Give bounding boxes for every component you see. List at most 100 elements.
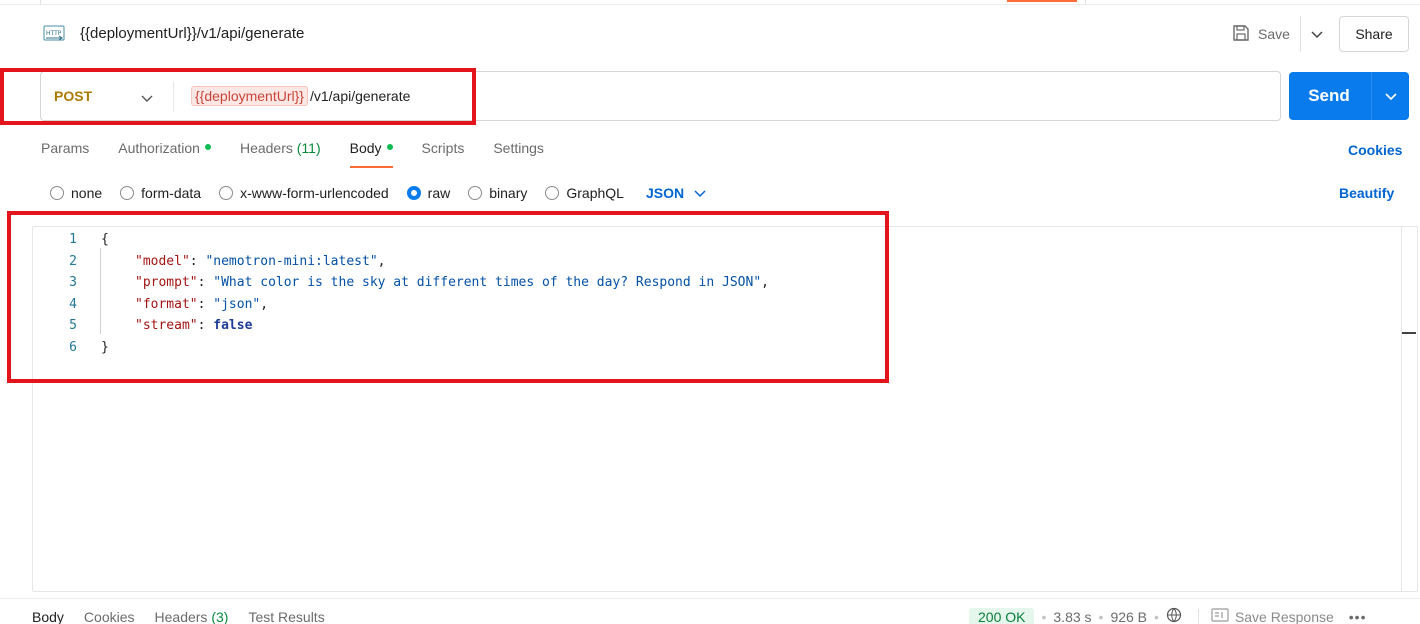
response-tab-cookies[interactable]: Cookies xyxy=(84,609,135,624)
separator-dot: • xyxy=(1154,608,1159,624)
radio-label: form-data xyxy=(141,185,202,201)
send-button[interactable]: Send xyxy=(1289,72,1369,120)
url-bar: POST {{deploymentUrl}} /v1/api/generate xyxy=(40,71,1281,121)
chevron-down-icon xyxy=(1384,88,1397,104)
body-type-urlencoded[interactable]: x-www-form-urlencoded xyxy=(219,185,389,201)
format-label: JSON xyxy=(645,185,685,201)
tab-label: Body xyxy=(349,140,382,156)
body-type-binary[interactable]: binary xyxy=(468,185,527,201)
method-select[interactable]: POST xyxy=(41,72,173,120)
save-options-button[interactable] xyxy=(1300,16,1332,52)
tab-strip xyxy=(0,0,1420,5)
body-type-selector: none form-data x-www-form-urlencoded raw… xyxy=(50,184,706,202)
json-key: "prompt" xyxy=(135,275,198,291)
globe-icon[interactable] xyxy=(1166,607,1184,624)
save-label: Save xyxy=(1258,26,1290,42)
radio-button-selected[interactable] xyxy=(406,186,421,200)
save-button[interactable]: Save xyxy=(1232,23,1290,45)
tab-authorization[interactable]: Authorization xyxy=(118,140,211,168)
tab-separator xyxy=(40,0,41,5)
body-type-none[interactable]: none xyxy=(50,185,102,201)
line-number: 2 xyxy=(69,253,77,269)
body-editor[interactable]: 1{ 2 "model": "nemotron-mini:latest", 3 "p… xyxy=(32,226,1418,592)
chevron-down-icon xyxy=(1310,26,1323,42)
response-tab-test-results[interactable]: Test Results xyxy=(248,609,324,624)
beautify-button[interactable]: Beautify xyxy=(1339,185,1394,201)
send-button-group: Send xyxy=(1289,72,1409,120)
radio-button[interactable] xyxy=(120,186,135,200)
response-tabs: Body Cookies Headers (3) Test Results xyxy=(32,609,345,624)
tab-label: Headers xyxy=(154,609,208,624)
scroll-marker xyxy=(1402,332,1416,334)
json-value: false xyxy=(213,318,253,334)
indent-guide xyxy=(100,248,101,334)
json-value: "json" xyxy=(213,296,261,312)
radio-label: x-www-form-urlencoded xyxy=(240,185,389,201)
tab-label: Scripts xyxy=(421,140,465,156)
tab-headers[interactable]: Headers (11) xyxy=(240,140,321,168)
response-time[interactable]: 3.83 s xyxy=(1053,609,1091,624)
radio-button[interactable] xyxy=(219,186,234,200)
chevron-down-icon xyxy=(141,90,153,106)
tab-label: Headers xyxy=(239,140,293,156)
json-key: "model" xyxy=(135,253,190,269)
url-input[interactable]: {{deploymentUrl}} /v1/api/generate xyxy=(191,86,410,106)
headers-count: (11) xyxy=(296,140,321,156)
radio-label: raw xyxy=(427,185,451,201)
cookies-link[interactable]: Cookies xyxy=(1348,142,1402,158)
body-type-raw[interactable]: raw xyxy=(406,185,451,201)
method-label: POST xyxy=(54,88,93,104)
radio-label: binary xyxy=(489,185,528,201)
status-dot xyxy=(386,144,393,150)
body-type-form-data[interactable]: form-data xyxy=(120,185,201,201)
response-bar: Body Cookies Headers (3) Test Results 20… xyxy=(0,598,1420,624)
send-options-button[interactable] xyxy=(1372,72,1409,120)
response-tab-body[interactable]: Body xyxy=(32,609,64,624)
status-dot xyxy=(204,144,211,150)
response-tab-headers[interactable]: Headers (3) xyxy=(155,609,229,624)
request-tabs: Params Authorization Headers (11) Body S… xyxy=(41,140,573,168)
tab-body[interactable]: Body xyxy=(349,140,393,168)
tab-params[interactable]: Params xyxy=(41,140,89,168)
url-variable[interactable]: {{deploymentUrl}} xyxy=(191,86,308,106)
url-path: /v1/api/generate xyxy=(309,88,411,104)
line-number: 1 xyxy=(69,232,77,247)
response-size[interactable]: 926 B xyxy=(1110,609,1147,624)
radio-button[interactable] xyxy=(545,186,560,200)
format-select[interactable]: JSON xyxy=(646,185,706,201)
save-response-button[interactable]: Save Response xyxy=(1211,608,1334,624)
json-key: "stream" xyxy=(135,318,198,334)
json-value: "What color is the sky at different time… xyxy=(213,275,762,291)
separator-dot: • xyxy=(1041,608,1047,624)
chevron-down-icon xyxy=(694,185,706,201)
tab-scripts[interactable]: Scripts xyxy=(422,140,465,168)
radio-label: none xyxy=(71,185,103,201)
method-divider xyxy=(173,82,174,112)
divider xyxy=(1197,608,1199,624)
code-text: { xyxy=(101,232,109,247)
tab-settings[interactable]: Settings xyxy=(493,140,544,168)
request-title[interactable]: {{deploymentUrl}}/v1/api/generate xyxy=(80,25,304,42)
request-header: HTTP {{deploymentUrl}}/v1/api/generate S… xyxy=(0,14,1420,54)
tab-label: Settings xyxy=(493,140,544,156)
more-options-icon[interactable]: ••• xyxy=(1349,609,1367,624)
status-badge[interactable]: 200 OK xyxy=(969,607,1035,624)
line-number: 5 xyxy=(69,318,77,334)
response-meta: 200 OK • 3.83 s • 926 B • Save Response … xyxy=(969,607,1367,624)
line-number: 3 xyxy=(69,275,77,291)
separator-dot: • xyxy=(1098,608,1104,624)
save-icon xyxy=(1232,24,1250,45)
radio-button[interactable] xyxy=(468,186,483,200)
headers-count: (3) xyxy=(211,609,229,624)
body-type-graphql[interactable]: GraphQL xyxy=(545,185,624,201)
radio-button[interactable] xyxy=(50,186,64,200)
tab-label: Authorization xyxy=(118,140,200,156)
tab-label: Params xyxy=(41,140,90,156)
save-response-label: Save Response xyxy=(1234,608,1334,624)
save-response-icon xyxy=(1211,608,1229,624)
line-number: 4 xyxy=(69,296,77,312)
editor-scrollbar[interactable] xyxy=(1401,227,1417,591)
tab-separator xyxy=(1085,0,1086,5)
active-tab-indicator xyxy=(1007,0,1077,2)
share-button[interactable]: Share xyxy=(1339,16,1409,52)
